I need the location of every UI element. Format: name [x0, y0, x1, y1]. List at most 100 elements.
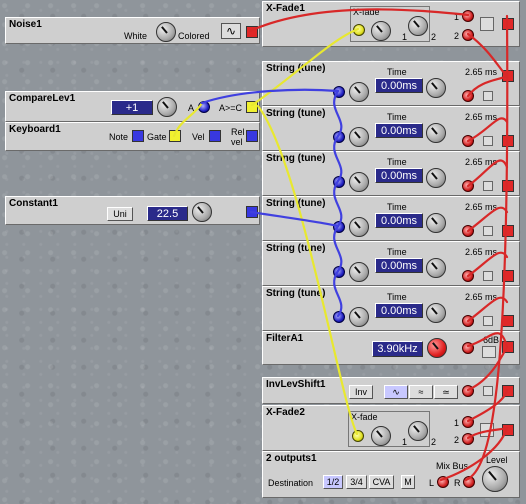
- right-input-jack[interactable]: [463, 476, 475, 488]
- input2-jack[interactable]: [462, 29, 474, 41]
- string-input-jack[interactable]: [462, 270, 474, 282]
- module-title: Noise1: [9, 19, 42, 30]
- uni-button[interactable]: Uni: [107, 207, 133, 221]
- string-output-jack[interactable]: [502, 315, 514, 327]
- input1-jack[interactable]: [462, 10, 474, 22]
- time-display[interactable]: 0.00ms: [375, 213, 423, 228]
- invlev-module: InvLevShift1 Inv ∿ ≈ ≃: [262, 377, 520, 404]
- invlev-input-jack[interactable]: [462, 385, 474, 397]
- level-knob[interactable]: [482, 466, 508, 492]
- mixbus-label: Mix Bus: [436, 461, 469, 471]
- noise-output-jack[interactable]: [246, 26, 258, 38]
- pitch-knob[interactable]: [349, 82, 369, 102]
- xfade-mod-knob[interactable]: [371, 21, 391, 41]
- time-display[interactable]: 0.00ms: [375, 303, 423, 318]
- time-display[interactable]: 0.00ms: [375, 123, 423, 138]
- string-input-jack[interactable]: [462, 315, 474, 327]
- filter-input-jack[interactable]: [462, 342, 474, 354]
- color-knob[interactable]: [156, 22, 176, 42]
- xfade1-output-jack[interactable]: [502, 18, 514, 30]
- xfade-mod-knob[interactable]: [371, 426, 391, 446]
- relvel-output-jack[interactable]: [246, 130, 258, 142]
- compare-level-knob[interactable]: [157, 97, 177, 117]
- string-input-jack[interactable]: [462, 135, 474, 147]
- freq-label: 2.65 ms: [465, 112, 498, 122]
- out1-label: 1: [454, 418, 460, 428]
- comparelev-module: CompareLev1 +1 A A>=C: [5, 91, 260, 122]
- freq-label: 2.65 ms: [465, 202, 498, 212]
- colored-label: Colored: [178, 31, 210, 41]
- in2-label: 2: [431, 437, 437, 447]
- note-output-jack[interactable]: [132, 130, 144, 142]
- dest-cva-button[interactable]: CVA: [369, 475, 394, 489]
- string-input-jack[interactable]: [462, 225, 474, 237]
- gate-label: Gate: [147, 132, 167, 142]
- string-output-jack[interactable]: [502, 70, 514, 82]
- filter-slope-icon[interactable]: [482, 346, 496, 358]
- time-knob[interactable]: [426, 258, 446, 278]
- xfade-control-jack[interactable]: [352, 430, 364, 442]
- pitch-input-jack[interactable]: [333, 221, 345, 233]
- time-knob[interactable]: [426, 123, 446, 143]
- constant-output-jack[interactable]: [246, 206, 258, 218]
- string-output-jack[interactable]: [502, 270, 514, 282]
- string-input-jack[interactable]: [462, 90, 474, 102]
- string-output-jack[interactable]: [502, 225, 514, 237]
- bipolar-button[interactable]: ∿: [384, 385, 408, 399]
- xfade-knob[interactable]: [408, 421, 428, 441]
- vel-output-jack[interactable]: [209, 130, 221, 142]
- pitch-input-jack[interactable]: [333, 176, 345, 188]
- left-input-jack[interactable]: [437, 476, 449, 488]
- pitch-input-jack[interactable]: [333, 86, 345, 98]
- time-display[interactable]: 0.00ms: [375, 168, 423, 183]
- module-title: Keyboard1: [9, 124, 61, 135]
- pitch-knob[interactable]: [349, 172, 369, 192]
- time-knob[interactable]: [426, 213, 446, 233]
- level-label: Level: [486, 455, 508, 465]
- time-knob[interactable]: [426, 168, 446, 188]
- mute-button[interactable]: M: [401, 475, 415, 489]
- time-display[interactable]: 0.00ms: [375, 258, 423, 273]
- dest-34-button[interactable]: 3/4: [346, 475, 367, 489]
- filter-freq-knob[interactable]: [427, 338, 447, 358]
- module-title: CompareLev1: [9, 93, 76, 104]
- constant-value-display[interactable]: 22.5: [147, 206, 188, 221]
- module-title: FilterA1: [266, 333, 304, 344]
- xfade-led: [480, 17, 494, 31]
- xfade2-output-jack[interactable]: [502, 424, 514, 436]
- gate-output-jack[interactable]: [169, 130, 181, 142]
- constant-knob[interactable]: [192, 202, 212, 222]
- string-output-jack[interactable]: [502, 135, 514, 147]
- xfade-control-jack[interactable]: [353, 24, 365, 36]
- compare-value-display[interactable]: +1: [111, 100, 153, 115]
- inv-button[interactable]: Inv: [349, 385, 373, 399]
- pitch-input-jack[interactable]: [333, 266, 345, 278]
- negative-button[interactable]: ≃: [434, 385, 458, 399]
- string-output-jack[interactable]: [502, 180, 514, 192]
- time-label: Time: [387, 202, 407, 212]
- string-input-jack[interactable]: [462, 180, 474, 192]
- pitch-knob[interactable]: [349, 217, 369, 237]
- pitch-input-jack[interactable]: [333, 131, 345, 143]
- pitch-knob[interactable]: [349, 262, 369, 282]
- time-knob[interactable]: [426, 78, 446, 98]
- a-input-jack[interactable]: [198, 101, 210, 113]
- input1-jack[interactable]: [462, 416, 474, 428]
- time-display[interactable]: 0.00ms: [375, 78, 423, 93]
- input2-jack[interactable]: [462, 433, 474, 445]
- filter-freq-display[interactable]: 3.90kHz: [372, 341, 423, 357]
- positive-button[interactable]: ≈: [409, 385, 433, 399]
- dest-12-button[interactable]: 1/2: [323, 475, 343, 489]
- xfade-knob[interactable]: [408, 16, 428, 36]
- pitch-knob[interactable]: [349, 127, 369, 147]
- time-label: Time: [387, 157, 407, 167]
- pitch-input-jack[interactable]: [333, 311, 345, 323]
- agc-label: A>=C: [219, 103, 243, 113]
- out1-label: 1: [454, 12, 460, 22]
- pitch-knob[interactable]: [349, 307, 369, 327]
- freq-label: 2.65 ms: [465, 292, 498, 302]
- invlev-output-jack[interactable]: [502, 385, 514, 397]
- filter-output-jack[interactable]: [502, 341, 514, 353]
- compare-output-jack[interactable]: [246, 101, 258, 113]
- time-knob[interactable]: [426, 303, 446, 323]
